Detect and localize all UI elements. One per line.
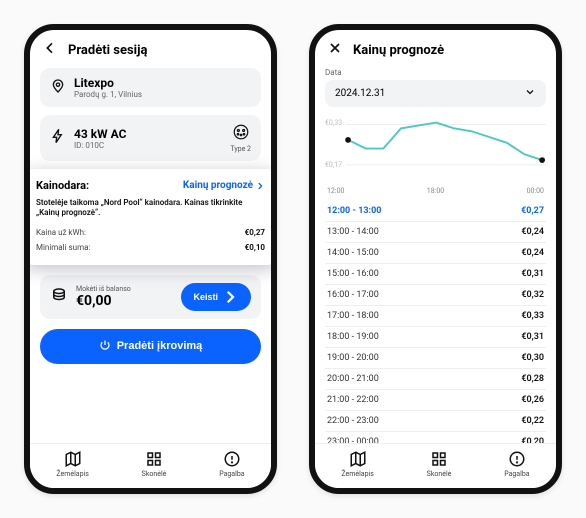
header: Kainų prognozė [315, 30, 556, 68]
forecast-price: €0,24 [521, 248, 544, 258]
forecast-row[interactable]: 13:00 - 14:00 €0,24 [325, 222, 546, 243]
forecast-price: €0,28 [521, 374, 544, 384]
forecast-time: 14:00 - 15:00 [327, 248, 379, 258]
forecast-time: 20:00 - 21:00 [327, 374, 379, 384]
nav-scan-label: Skonėlė [142, 470, 167, 478]
location-address: Parodų g. 1, Vilnius [74, 90, 251, 99]
start-charging-button[interactable]: Pradėti įkrovimą [40, 329, 261, 364]
chart-x-axis: 12:00 18:00 00:00 [325, 187, 546, 195]
forecast-time: 21:00 - 22:00 [327, 395, 379, 405]
coins-icon [50, 286, 68, 308]
forecast-price: €0,26 [521, 395, 544, 405]
forecast-time: 15:00 - 16:00 [327, 269, 379, 279]
page-title: Pradėti sesiją [68, 43, 147, 58]
bottom-nav: Žemėlapis Skonėlė Pagalba [315, 443, 556, 488]
location-card[interactable]: Litexpo Parodų g. 1, Vilnius [40, 68, 261, 107]
charger-type: Type 2 [230, 145, 251, 153]
forecast-time: 17:00 - 18:00 [327, 311, 379, 321]
page-title: Kainų prognozė [353, 43, 444, 58]
forecast-row[interactable]: 16:00 - 17:00 €0,32 [325, 285, 546, 306]
forecast-price: €0,33 [521, 311, 544, 321]
nav-help[interactable]: Pagalba [219, 450, 244, 478]
forecast-link[interactable]: Kainų prognozė [183, 180, 265, 191]
plug-icon [232, 126, 250, 145]
bolt-icon [50, 128, 66, 148]
nav-help[interactable]: Pagalba [504, 450, 529, 478]
chart-x-1: 18:00 [427, 187, 444, 195]
forecast-row[interactable]: 17:00 - 18:00 €0,33 [325, 306, 546, 327]
change-button-label: Keisti [193, 292, 218, 302]
forecast-price: €0,32 [521, 290, 544, 300]
chart-x-2: 00:00 [527, 187, 544, 195]
phone-start-session: Pradėti sesiją Litexpo Parodų g. 1, Viln… [24, 24, 277, 494]
charger-card[interactable]: 43 kW AC ID: 010C Type 2 [40, 115, 261, 161]
forecast-price: €0,30 [521, 353, 544, 363]
price-row-min-label: Minimali suma: [36, 243, 90, 252]
charger-id: ID: 010C [74, 141, 222, 150]
back-icon[interactable] [42, 40, 58, 60]
forecast-time: 18:00 - 19:00 [327, 332, 379, 342]
phone-forecast: Kainų prognozė Data 2024.12.31 €0,33 €0,… [309, 24, 562, 494]
charger-power: 43 kW AC [74, 127, 222, 141]
forecast-row[interactable]: 22:00 - 23:00 €0,22 [325, 411, 546, 432]
price-row-kwh-val: €0,27 [245, 228, 265, 237]
price-row-kwh: Kaina už kWh: €0,27 [36, 225, 265, 240]
forecast-time: 19:00 - 20:00 [327, 353, 379, 363]
header: Pradėti sesiją [30, 30, 271, 68]
nav-scan[interactable]: Skonėlė [142, 450, 167, 478]
price-row-min: Minimali suma: €0,10 [36, 240, 265, 255]
forecast-price: €0,31 [521, 269, 544, 279]
power-icon [99, 339, 111, 354]
forecast-time: 12:00 - 13:00 [327, 206, 381, 216]
forecast-row[interactable]: 15:00 - 16:00 €0,31 [325, 264, 546, 285]
nav-map-label: Žemėlapis [341, 470, 373, 478]
start-button-label: Pradėti įkrovimą [117, 340, 203, 352]
close-icon[interactable] [327, 40, 343, 60]
nav-map[interactable]: Žemėlapis [56, 450, 88, 478]
forecast-row[interactable]: 18:00 - 19:00 €0,31 [325, 327, 546, 348]
balance-amount: €0,00 [76, 293, 173, 309]
nav-help-label: Pagalba [219, 470, 244, 478]
forecast-row[interactable]: 12:00 - 13:00 €0,27 [325, 201, 546, 222]
nav-map[interactable]: Žemėlapis [341, 450, 373, 478]
forecast-price: €0,27 [521, 206, 544, 216]
date-select[interactable]: 2024.12.31 [325, 80, 546, 107]
date-field-label: Data [325, 68, 546, 77]
forecast-time: 13:00 - 14:00 [327, 227, 379, 237]
date-value: 2024.12.31 [335, 88, 385, 99]
forecast-row[interactable]: 19:00 - 20:00 €0,30 [325, 348, 546, 369]
price-row-min-val: €0,10 [245, 243, 265, 252]
forecast-price: €0,31 [521, 332, 544, 342]
forecast-row[interactable]: 21:00 - 22:00 €0,26 [325, 390, 546, 411]
nav-map-label: Žemėlapis [56, 470, 88, 478]
pin-icon [50, 78, 66, 98]
price-chart: €0,33 €0,17 [325, 113, 546, 183]
price-row-kwh-label: Kaina už kWh: [36, 228, 86, 237]
pricing-card: Kainodara: Kainų prognozė Stotelėje taik… [30, 169, 271, 265]
pricing-title: Kainodara: [36, 179, 89, 192]
balance-label: Mokėti iš balanso [76, 285, 173, 293]
nav-scan-label: Skonėlė [427, 470, 452, 478]
chevron-down-icon [524, 86, 536, 101]
forecast-time: 22:00 - 23:00 [327, 416, 379, 426]
pricing-desc: Stotelėje taikoma „Nord Pool“ kainodara.… [36, 198, 265, 219]
forecast-time: 16:00 - 17:00 [327, 290, 379, 300]
forecast-price: €0,22 [521, 416, 544, 426]
nav-help-label: Pagalba [504, 470, 529, 478]
forecast-row[interactable]: 20:00 - 21:00 €0,28 [325, 369, 546, 390]
forecast-link-label: Kainų prognozė [183, 180, 253, 191]
forecast-price: €0,24 [521, 227, 544, 237]
bottom-nav: Žemėlapis Skonėlė Pagalba [30, 443, 271, 488]
forecast-row[interactable]: 14:00 - 15:00 €0,24 [325, 243, 546, 264]
chart-line [325, 113, 546, 180]
forecast-row[interactable]: 23:00 - 00:00€0,20 [325, 432, 546, 443]
change-button[interactable]: Keisti [181, 283, 251, 311]
balance-card: Mokėti iš balanso €0,00 Keisti [40, 275, 261, 319]
forecast-list: 12:00 - 13:00€0,2713:00 - 14:00€0,2414:0… [325, 201, 546, 443]
location-name: Litexpo [74, 76, 251, 90]
chart-x-0: 12:00 [327, 187, 344, 195]
nav-scan[interactable]: Skonėlė [427, 450, 452, 478]
